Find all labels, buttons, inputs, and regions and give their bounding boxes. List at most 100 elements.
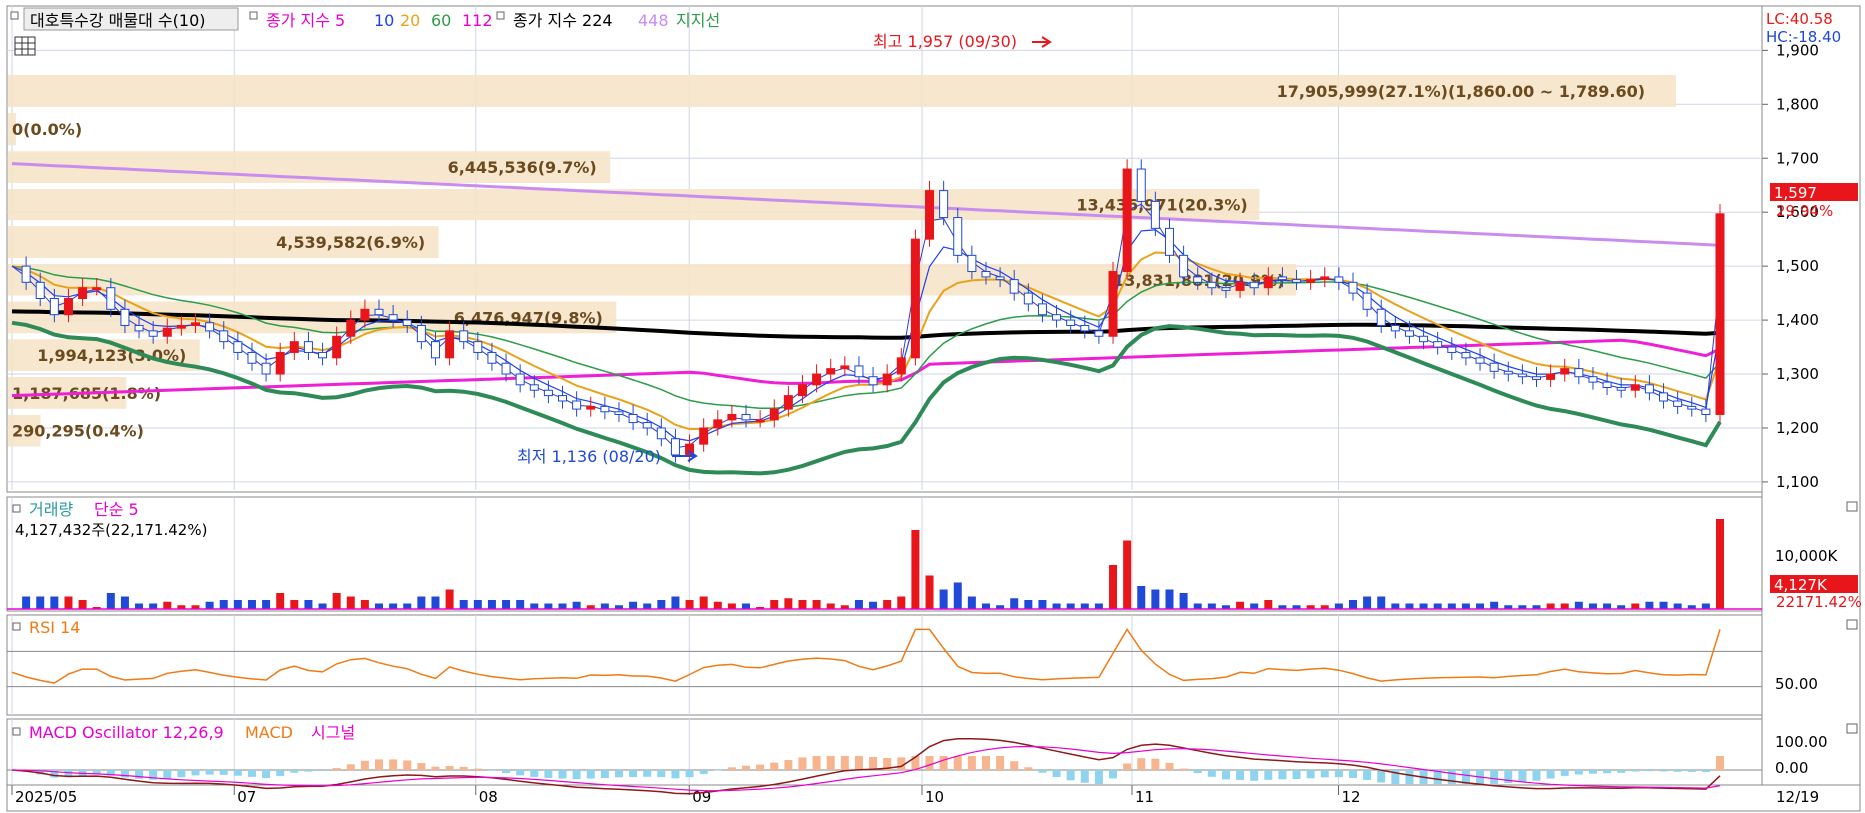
macd-osc-bar: [1348, 770, 1357, 778]
volume-bar: [1476, 603, 1485, 609]
candle-up: [1108, 271, 1118, 337]
macd-osc-bar: [1179, 768, 1188, 770]
signal-legend[interactable]: 시그널: [311, 723, 355, 742]
rsi-title[interactable]: RSI 14: [29, 618, 80, 637]
volume-bar: [812, 600, 821, 609]
legend-ma224[interactable]: 종가 지수 224: [513, 11, 613, 30]
candle-down: [854, 365, 864, 378]
volume-bar: [290, 600, 299, 609]
macd-osc-bar: [572, 770, 581, 780]
rsi-legend-icon: [12, 622, 21, 631]
candle-up: [445, 330, 455, 359]
legend-ma448[interactable]: 448: [638, 11, 669, 30]
macd-osc-bar: [163, 770, 172, 779]
volume-bar: [1137, 586, 1146, 609]
volume-bar: [1659, 601, 1668, 609]
legend-support[interactable]: 지지선: [676, 11, 720, 30]
chart-canvas[interactable]: 1,9001,8001,7001,6001,5001,4001,3001,200…: [0, 0, 1865, 813]
macd-osc-bar: [1137, 758, 1146, 770]
candle-down: [261, 362, 271, 375]
macd-osc-bar: [247, 770, 256, 777]
volume-panel[interactable]: [6, 496, 1763, 612]
macd-osc-bar: [473, 768, 482, 770]
candle-down: [1292, 279, 1302, 283]
candle-down: [1376, 308, 1386, 326]
table-icon[interactable]: [14, 36, 36, 56]
volume-bar: [473, 600, 482, 609]
volume-bar: [657, 600, 666, 609]
last-price: 1,597: [1774, 184, 1817, 202]
macd-osc-bar: [1405, 770, 1414, 784]
volume-bar: [742, 603, 751, 609]
volume-bar: [1038, 600, 1047, 609]
volume-ma-legend[interactable]: 단순 5: [94, 500, 139, 519]
candle-down: [1517, 373, 1527, 378]
macd-osc-bar: [1066, 770, 1075, 781]
candle-up: [78, 287, 88, 300]
candle-down: [543, 389, 553, 397]
macd-legend[interactable]: MACD: [245, 723, 293, 742]
candle-down: [1348, 281, 1358, 294]
candle-down: [134, 324, 144, 332]
candle-down: [868, 376, 878, 386]
volume-bar: [135, 603, 144, 609]
legend-ma60[interactable]: 60: [431, 11, 451, 30]
candle-down: [939, 190, 949, 219]
macd-osc-bar: [1518, 770, 1527, 782]
candle-up: [191, 322, 201, 326]
candle-down: [303, 341, 313, 353]
legend-ma112[interactable]: 112: [462, 11, 493, 30]
volume-bar: [544, 603, 553, 609]
legend-toggle-icon[interactable]: [10, 11, 19, 20]
macd-osc-bar: [459, 766, 468, 770]
volume-bar: [120, 596, 129, 609]
volume-profile-label: 290,295(0.4%): [12, 422, 144, 441]
macd-title[interactable]: MACD Oscillator 12,26,9: [29, 723, 224, 742]
macd-osc-bar: [1207, 770, 1216, 777]
candle-up: [699, 427, 709, 445]
macd-osc-bar: [1673, 770, 1682, 772]
candle-down: [148, 330, 158, 337]
macd-osc-bar: [1236, 770, 1245, 781]
macd-osc-bar: [1574, 770, 1583, 775]
volume-bar: [233, 600, 242, 609]
candle-down: [558, 395, 568, 402]
volume-bar: [516, 600, 525, 609]
y-tick-label: 1,700: [1776, 149, 1819, 167]
chart-title: 대호특수강 매물대 수(10): [30, 11, 206, 30]
macd-osc-bar: [530, 770, 539, 777]
volume-bar: [1207, 603, 1216, 609]
macd-osc-bar: [840, 756, 849, 770]
legend-ma10[interactable]: 10: [374, 11, 394, 30]
macd-osc-bar: [996, 756, 1005, 770]
candle-down: [1164, 227, 1174, 256]
macd-osc-bar: [869, 756, 878, 770]
candle-up: [1630, 384, 1640, 391]
candle-up: [840, 365, 850, 370]
macd-osc-bar: [487, 770, 496, 771]
volume-bar: [1094, 603, 1103, 609]
candle-down: [1687, 405, 1697, 410]
legend-ma5[interactable]: 종가 지수 5: [266, 11, 345, 30]
volume-bar: [572, 601, 581, 609]
volume-bar: [685, 600, 694, 609]
candle-down: [1334, 276, 1344, 283]
legend-ma20[interactable]: 20: [400, 11, 420, 30]
candle-down: [1644, 384, 1654, 394]
candle-up: [1546, 373, 1556, 380]
rsi-panel[interactable]: [6, 614, 1763, 716]
macd-ytick-100: 100.00: [1775, 733, 1828, 751]
volume-close-icon[interactable]: [1846, 501, 1858, 512]
volume-bar: [1490, 601, 1499, 609]
macd-osc-bar: [1193, 770, 1202, 774]
volume-bar: [276, 593, 285, 609]
volume-bar: [346, 596, 355, 609]
y-tick-label: 1,500: [1776, 257, 1819, 275]
macd-osc-bar: [276, 770, 285, 776]
volume-bar: [1165, 589, 1174, 609]
x-tick-label: 12: [1342, 788, 1361, 806]
rsi-close-icon[interactable]: [1846, 619, 1858, 630]
macd-close-icon[interactable]: [1846, 723, 1858, 734]
macd-osc-bar: [558, 770, 567, 779]
volume-title[interactable]: 거래량: [29, 500, 73, 519]
